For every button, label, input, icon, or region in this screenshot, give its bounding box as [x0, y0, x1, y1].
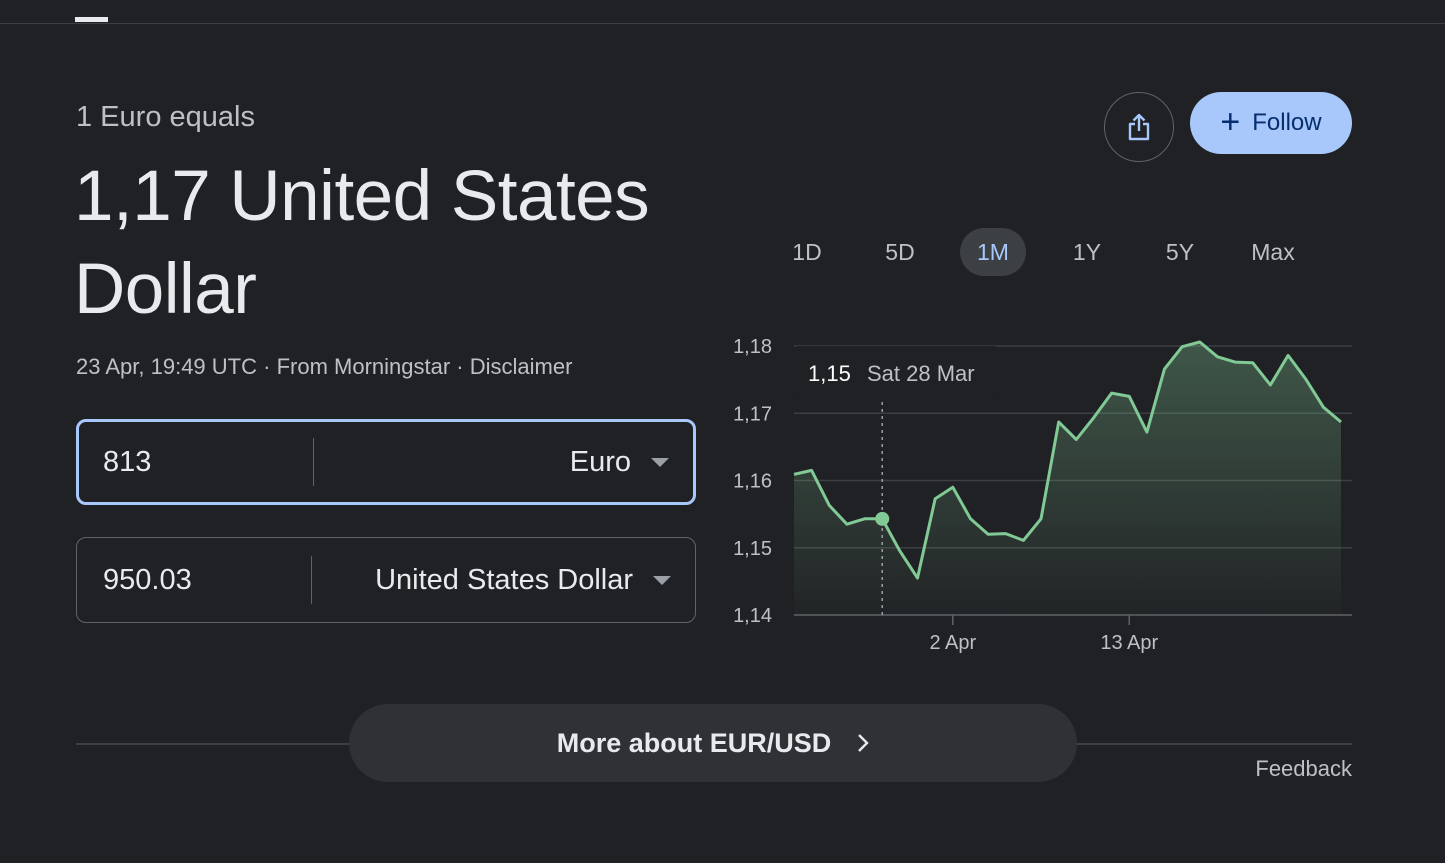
range-5d[interactable]: 5D	[867, 228, 933, 276]
from-converter: 813 Euro	[76, 419, 696, 505]
follow-button[interactable]: + Follow	[1190, 92, 1352, 154]
y-tick-label: 1,14	[733, 605, 772, 627]
range-1d[interactable]: 1D	[774, 228, 840, 276]
range-1y[interactable]: 1Y	[1054, 228, 1120, 276]
quote-meta: 23 Apr, 19:49 UTC · From Morningstar · D…	[76, 354, 572, 380]
conversion-result: 1,17 United States Dollar	[74, 157, 650, 329]
to-amount-input[interactable]: 950.03	[77, 564, 311, 597]
range-selector: 1D 5D 1M 1Y 5Y Max	[760, 228, 1350, 276]
x-tick-label: 13 Apr	[1100, 632, 1158, 654]
from-currency-label: Euro	[569, 445, 631, 478]
range-label: 1D	[792, 238, 822, 265]
range-label: 5Y	[1165, 238, 1195, 265]
active-tab-indicator	[75, 17, 108, 22]
follow-label: Follow	[1252, 109, 1322, 136]
dropdown-caret-icon	[651, 457, 669, 467]
to-converter: 950.03 United States Dollar	[76, 537, 696, 623]
disclaimer-link[interactable]: Disclaimer	[470, 354, 573, 379]
range-label: 1M	[977, 238, 1009, 265]
from-currency-select[interactable]: Euro	[314, 446, 693, 479]
y-tick-label: 1,16	[733, 471, 772, 493]
from-amount-input[interactable]: 813	[79, 446, 313, 479]
more-about-label: More about EUR/USD	[556, 727, 832, 758]
to-currency-select[interactable]: United States Dollar	[312, 564, 695, 597]
tooltip-value: 1,15	[808, 361, 851, 386]
dropdown-caret-icon	[653, 575, 671, 585]
quote-source: From Morningstar	[276, 354, 451, 379]
tooltip-date: Sat 28 Mar	[867, 361, 975, 386]
chevron-right-icon	[857, 733, 869, 753]
y-tick-label: 1,18	[733, 336, 772, 358]
quote-timestamp: 23 Apr, 19:49 UTC	[76, 354, 257, 379]
meta-separator: ·	[450, 354, 470, 379]
range-1m[interactable]: 1M	[960, 228, 1026, 276]
range-5y[interactable]: 5Y	[1147, 228, 1213, 276]
hover-point	[875, 511, 890, 526]
range-label: Max	[1251, 238, 1295, 265]
more-about-button[interactable]: More about EUR/USD	[349, 704, 1077, 782]
y-tick-label: 1,15	[733, 538, 772, 560]
share-button[interactable]	[1104, 92, 1174, 162]
conversion-subhead: 1 Euro equals	[76, 101, 255, 133]
feedback-link[interactable]: Feedback	[1255, 756, 1352, 782]
meta-separator: ·	[257, 354, 277, 379]
range-label: 1Y	[1072, 238, 1102, 265]
exchange-rate-chart[interactable]: 1,18 1,17 1,16 1,15 1,14 2 Apr 13 Apr 1,15 Sat 2…	[720, 320, 1360, 665]
to-currency-label: United States Dollar	[375, 563, 633, 596]
range-max[interactable]: Max	[1240, 228, 1306, 276]
top-divider	[0, 23, 1445, 24]
x-tick-label: 2 Apr	[929, 632, 976, 654]
share-icon	[1128, 113, 1150, 141]
plus-icon: +	[1220, 102, 1241, 141]
y-tick-label: 1,17	[733, 403, 772, 425]
range-label: 5D	[885, 238, 915, 265]
